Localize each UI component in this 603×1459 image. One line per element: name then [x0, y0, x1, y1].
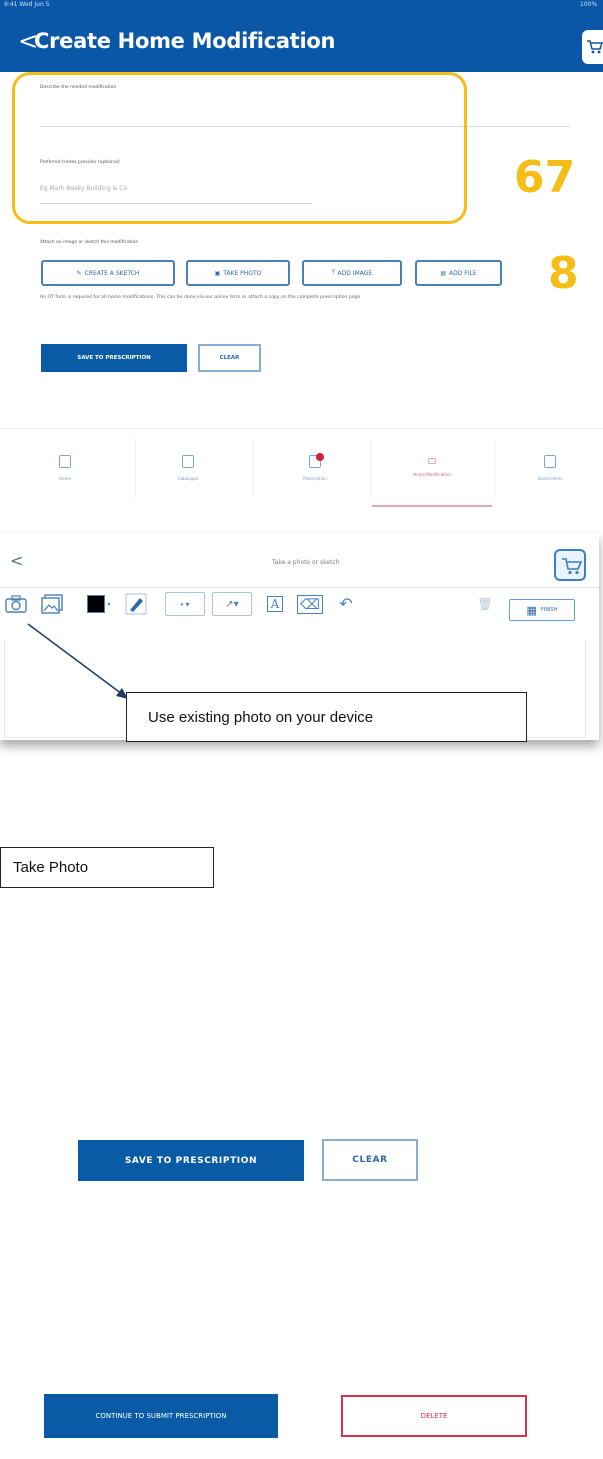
- home-icon: [59, 455, 71, 468]
- notification-badge: [316, 453, 324, 461]
- sketch-cart-button[interactable]: [554, 549, 586, 581]
- delete-button[interactable]: DELETE: [341, 1395, 527, 1437]
- continue-to-submit-button[interactable]: CONTINUE TO SUBMIT PRESCRIPTION: [44, 1394, 278, 1438]
- status-battery: 100%: [580, 1, 598, 8]
- save-to-prescription-button[interactable]: SAVE TO PRESCRIPTION: [78, 1140, 304, 1181]
- create-sketch-button[interactable]: ✎ CREATE A SKETCH: [41, 260, 175, 286]
- callout-existing-photo: Use existing photo on your device: [126, 692, 527, 742]
- cart-icon: [587, 40, 603, 54]
- tab-home-modification[interactable]: Home Modification: [372, 429, 492, 507]
- pen-icon: [125, 593, 147, 615]
- add-file-label: ADD FILE: [449, 269, 477, 277]
- text-tool[interactable]: A: [263, 592, 287, 616]
- clear-button-top[interactable]: CLEAR: [198, 344, 261, 372]
- tab-catalogue[interactable]: Catalogue: [148, 429, 228, 507]
- color-swatch-icon: [87, 595, 106, 613]
- eraser-icon: ⌫: [297, 594, 323, 614]
- tab-home-modification-label: Home Modification: [413, 471, 451, 477]
- tab-prescription-label: Prescription: [303, 476, 327, 481]
- ot-form-note: An OT form is required for all home modi…: [40, 295, 361, 300]
- prescription-icon: [309, 453, 324, 468]
- catalogue-icon: [182, 455, 194, 468]
- bottom-tab-bar: Home Catalogue Prescription Home Modific…: [0, 428, 603, 507]
- delete-tool[interactable]: 🗑: [475, 592, 495, 616]
- delete-icon: 🗑: [477, 597, 493, 611]
- callout-number-67: 67: [514, 152, 576, 203]
- page-title: Create Home Modification: [34, 29, 336, 53]
- gallery-tool[interactable]: [38, 592, 66, 616]
- app-header: < Create Home Modification: [0, 12, 603, 72]
- callout-take-photo: Take Photo: [0, 847, 214, 888]
- saved-items-icon: [544, 455, 556, 468]
- chevron-down-icon: ▾: [107, 601, 111, 608]
- finish-button[interactable]: ▦ FINISH: [509, 599, 575, 621]
- sketch-back-chevron-icon[interactable]: <: [10, 551, 23, 570]
- line-tool-icon: ↗▾: [225, 598, 239, 610]
- take-photo-button[interactable]: ▣ TAKE PHOTO: [186, 260, 290, 286]
- sketch-panel-title: Take a photo or sketch: [272, 559, 340, 566]
- highlight-callout-box: [12, 72, 467, 224]
- tab-home[interactable]: Home: [30, 429, 100, 507]
- attach-label: Attach an image or sketch this modificat…: [40, 240, 139, 245]
- add-file-button[interactable]: ▤ ADD FILE: [415, 260, 502, 286]
- finish-icon: ▦: [526, 603, 537, 617]
- line-style-icon: • ▾: [180, 599, 190, 609]
- camera-icon: ▣: [214, 269, 221, 277]
- sketch-header-divider: [0, 587, 599, 588]
- clear-button[interactable]: CLEAR: [322, 1139, 418, 1181]
- callout-number-8: 8: [548, 248, 579, 299]
- camera-icon: [5, 595, 27, 613]
- status-bar: 9:41 Wed Jun 5 100%: [0, 0, 603, 12]
- line-style-tool[interactable]: • ▾: [165, 592, 205, 616]
- color-picker-tool[interactable]: ▾: [82, 592, 116, 616]
- file-icon: ▤: [440, 269, 447, 277]
- upload-icon: ⤒: [331, 269, 335, 276]
- undo-tool[interactable]: ↶: [334, 592, 358, 616]
- cart-icon: [562, 558, 583, 575]
- undo-icon: ↶: [339, 596, 353, 613]
- eraser-tool[interactable]: ⌫: [297, 592, 323, 616]
- cart-button[interactable]: [582, 30, 603, 64]
- tab-prescription[interactable]: Prescription: [260, 429, 370, 507]
- create-sketch-label: CREATE A SKETCH: [84, 269, 140, 277]
- tab-catalogue-label: Catalogue: [177, 476, 199, 481]
- tab-home-label: Home: [59, 476, 71, 481]
- camera-tool[interactable]: [2, 592, 30, 616]
- line-tool[interactable]: ↗▾: [212, 592, 252, 616]
- home-modification-icon: [428, 457, 436, 464]
- take-photo-label: TAKE PHOTO: [223, 269, 262, 277]
- gallery-icon: [41, 594, 63, 614]
- save-to-prescription-button-top[interactable]: SAVE TO PRESCRIPTION: [41, 344, 187, 372]
- text-icon: A: [266, 596, 284, 612]
- pen-tool[interactable]: [124, 592, 148, 616]
- tab-saved-items[interactable]: Saved items: [510, 429, 590, 507]
- tab-saved-items-label: Saved items: [537, 476, 563, 481]
- add-image-button[interactable]: ⤒ ADD IMAGE: [302, 260, 402, 286]
- finish-label: FINISH: [540, 607, 558, 613]
- pencil-icon: ✎: [76, 269, 82, 277]
- add-image-label: ADD IMAGE: [337, 269, 373, 277]
- status-time: 9:41 Wed Jun 5: [4, 1, 50, 8]
